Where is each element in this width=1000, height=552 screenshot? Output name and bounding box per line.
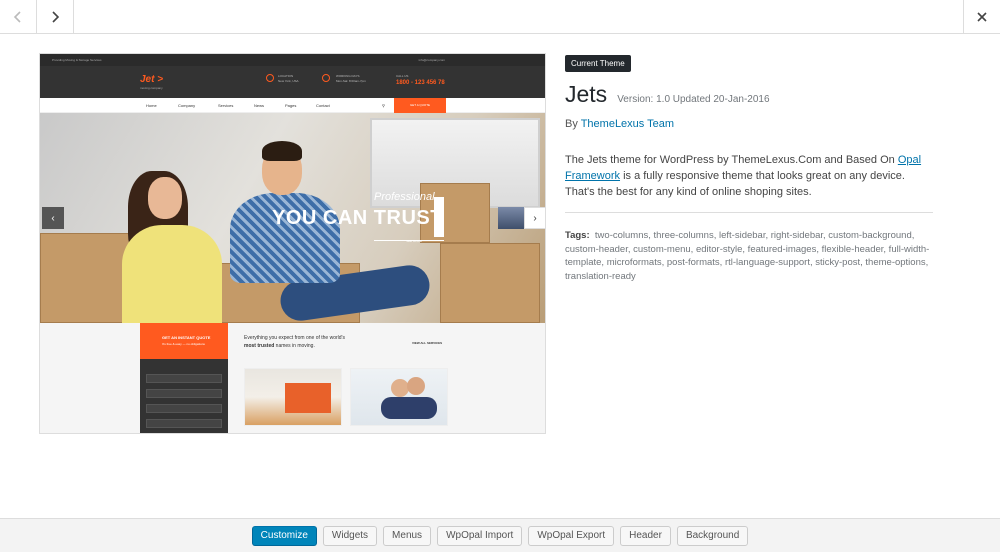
quote-form-field	[146, 374, 222, 383]
wpopal-import-button[interactable]: WpOpal Import	[437, 525, 523, 546]
chevron-right-icon	[52, 11, 60, 23]
site-logo: Jet >	[140, 74, 164, 85]
hero-title: YOU CAN TRUST	[272, 207, 443, 229]
widgets-button[interactable]: Widgets	[322, 525, 378, 546]
theme-tags: Tags: two-columns, three-columns, left-s…	[565, 229, 935, 283]
author-link[interactable]: ThemeLexus Team	[581, 118, 674, 130]
topstrip-email: info@company.com	[418, 58, 445, 62]
quote-form-field	[146, 389, 222, 398]
slider-prev-icon: ‹	[42, 207, 64, 229]
services-intro-bold: most trusted	[244, 343, 275, 349]
quote-form-field	[146, 419, 222, 428]
theme-actions: Customize Widgets Menus WpOpal Import Wp…	[0, 518, 1000, 552]
close-icon	[977, 12, 987, 22]
theme-details: Current Theme Jets Version: 1.0 Updated …	[565, 53, 935, 283]
close-overlay-button[interactable]	[963, 0, 1000, 34]
services-intro-line: Everything you expect from one of the wo…	[244, 335, 346, 341]
site-quote-button: GET A QUOTE	[394, 98, 446, 113]
site-hours: WORKING DAYS Mon-Sat: 8:00am-7pm	[336, 74, 366, 84]
location-value: New York, USA	[278, 79, 299, 83]
header-button[interactable]: Header	[620, 525, 671, 546]
service-image	[350, 368, 448, 426]
theme-overlay-header	[0, 0, 1000, 34]
theme-title-row: Jets Version: 1.0 Updated 20-Jan-2016	[565, 81, 935, 108]
view-all-services: VIEW ALL SERVICES	[412, 341, 443, 345]
theme-description: The Jets theme for WordPress by ThemeLex…	[565, 152, 935, 200]
service-people	[407, 377, 425, 395]
theme-version: Version: 1.0 Updated 20-Jan-2016	[617, 94, 770, 105]
site-menu: Home Company Services News Pages Contact…	[40, 98, 545, 113]
site-topstrip: Providing Moving & Storage Services info…	[40, 54, 545, 66]
quote-form-subtitle: It's free & easy — no obligations	[162, 342, 205, 346]
hero-box	[40, 233, 130, 323]
hero-person	[262, 141, 302, 161]
quote-form-header: GET AN INSTANT QUOTE It's free & easy — …	[140, 323, 228, 359]
current-theme-badge: Current Theme	[565, 55, 631, 72]
services-intro: Everything you expect from one of the wo…	[244, 334, 345, 350]
divider	[565, 212, 933, 213]
call-label: CALL US	[396, 74, 409, 78]
service-box	[285, 383, 331, 413]
slider-next-icon: ›	[524, 207, 545, 229]
hero-person	[122, 225, 222, 323]
site-location: LOCATION New York, USA	[278, 74, 299, 84]
hero-box	[440, 243, 540, 323]
site-menu-item: Pages	[285, 103, 297, 108]
tags-list: two-columns, three-columns, left-sidebar…	[565, 230, 930, 282]
site-logo-sub: moving company	[140, 86, 163, 90]
quote-form-title: GET AN INSTANT QUOTE	[162, 335, 211, 340]
quote-form-field	[146, 404, 222, 413]
site-header: Jet > moving company LOCATION New York, …	[40, 66, 545, 98]
hero-tag	[434, 197, 444, 237]
menus-button[interactable]: Menus	[383, 525, 432, 546]
site-menu-item: News	[254, 103, 265, 108]
site-menu-item: Services	[218, 103, 234, 108]
hero-subtitle: Professional	[374, 191, 435, 203]
services-intro-rest: names in moving.	[275, 343, 315, 349]
description-text: The Jets theme for WordPress by ThemeLex…	[565, 154, 895, 166]
topstrip-tagline: Providing Moving & Storage Services	[52, 58, 102, 62]
service-image	[244, 368, 342, 426]
theme-author: By ThemeLexus Team	[565, 118, 935, 130]
customize-button[interactable]: Customize	[251, 525, 317, 546]
hours-value: Mon-Sat: 8:00am-7pm	[336, 79, 366, 83]
previous-theme-button[interactable]	[0, 0, 37, 34]
tags-label: Tags:	[565, 230, 590, 241]
slider-thumbnail	[498, 207, 524, 229]
site-menu-item: Contact	[316, 103, 330, 108]
hero-more: SEE MORE	[406, 239, 422, 243]
wpopal-export-button[interactable]: WpOpal Export	[528, 525, 615, 546]
hero-person	[148, 177, 182, 219]
search-icon: ⚲	[382, 103, 385, 108]
author-prefix: By	[565, 118, 578, 130]
site-hero: Professional YOU CAN TRUST SEE MORE	[40, 113, 545, 323]
site-menu-item: Company	[178, 103, 196, 108]
next-theme-button[interactable]	[37, 0, 74, 34]
theme-name: Jets	[565, 81, 608, 107]
site-menu-item: Home	[146, 103, 157, 108]
chevron-left-icon	[13, 11, 21, 23]
clock-icon	[322, 74, 330, 82]
theme-screenshot: Providing Moving & Storage Services info…	[39, 53, 546, 434]
service-people	[381, 397, 437, 419]
site-phone: 1800 - 123 456 78	[396, 80, 445, 86]
site-quote-form: GET AN INSTANT QUOTE It's free & easy — …	[140, 323, 228, 433]
location-icon	[266, 74, 274, 82]
background-button[interactable]: Background	[676, 525, 749, 546]
